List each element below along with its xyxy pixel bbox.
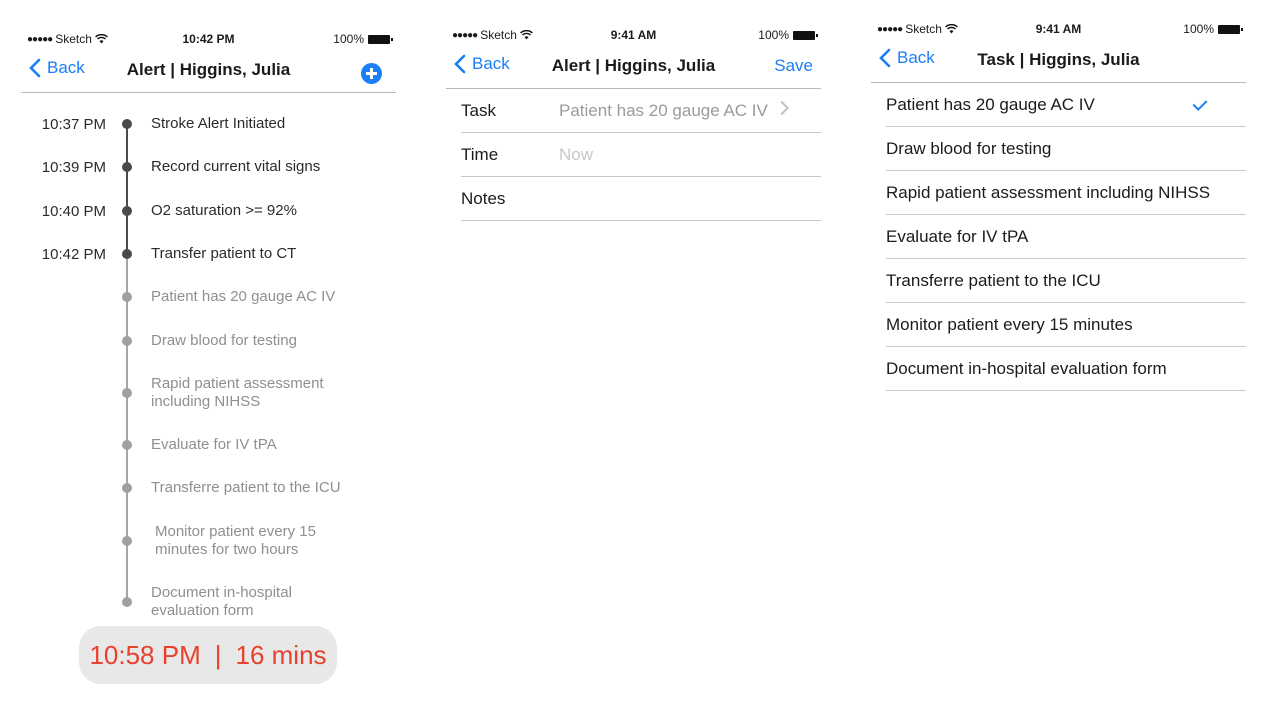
timeline-line-pending <box>126 255 128 601</box>
timeline-line-completed <box>126 124 128 255</box>
timeline-label: Rapid patient assessment including NIHSS <box>151 375 324 410</box>
task-option[interactable]: Monitor patient every 15 minutes <box>886 303 1246 347</box>
timeline-dot <box>122 388 132 398</box>
timeline-time: 10:42 PM <box>41 246 106 263</box>
field-label: Notes <box>461 189 506 208</box>
task-option-label: Draw blood for testing <box>886 139 1052 158</box>
page-title: Alert | Higgins, Julia <box>551 56 716 75</box>
task-option-label: Evaluate for IV tPA <box>886 227 1029 246</box>
nav-bar: Back Alert | Higgins, Julia Save <box>446 48 821 89</box>
timeline-label: Monitor patient every 15 minutes for two… <box>155 523 316 558</box>
save-button[interactable]: Save <box>774 56 813 76</box>
timeline-dot <box>122 336 132 346</box>
task-option[interactable]: Transferre patient to the ICU <box>886 259 1246 303</box>
timeline-label: Patient has 20 gauge AC IV <box>151 288 336 305</box>
timeline-dot <box>122 440 132 450</box>
timeline-label: Transfer patient to CT <box>151 245 297 262</box>
battery-icon <box>368 34 393 44</box>
page-title: Task | Higgins, Julia <box>977 50 1140 69</box>
timeline-label: Draw blood for testing <box>151 332 297 349</box>
timer-duration: 16 mins <box>235 639 327 670</box>
checkmark-icon <box>1192 96 1208 111</box>
timeline-label: Transferre patient to the ICU <box>151 479 341 496</box>
timeline-dot <box>122 483 132 493</box>
task-option[interactable]: Document in-hospital evaluation form <box>886 347 1246 391</box>
field-label: Time <box>461 145 499 164</box>
timeline-label: Record current vital signs <box>151 158 321 175</box>
timeline-dot <box>122 536 132 546</box>
timeline-time: 10:39 PM <box>41 159 106 176</box>
timeline-dot <box>122 597 132 607</box>
task-option-label: Rapid patient assessment including NIHSS <box>886 183 1211 202</box>
status-bar: ●●●●● Sketch 9:41 AM 100% <box>446 26 821 46</box>
task-option[interactable]: Rapid patient assessment including NIHSS <box>886 171 1246 215</box>
battery-percent: 100% <box>333 32 364 46</box>
timer-time: 10:58 PM <box>89 639 201 670</box>
timeline-dot <box>122 206 132 216</box>
timeline-dot <box>122 119 132 129</box>
page-title: Alert | Higgins, Julia <box>126 60 291 79</box>
status-bar: ●●●●● Sketch 9:41 AM 100% <box>871 20 1246 40</box>
timeline-label: O2 saturation >= 92% <box>151 202 297 219</box>
timeline-dot <box>122 249 132 259</box>
task-option-label: Monitor patient every 15 minutes <box>886 315 1133 334</box>
timeline-label: Stroke Alert Initiated <box>151 115 286 132</box>
timeline-time: 10:40 PM <box>41 203 106 220</box>
chevron-right-icon <box>774 100 790 116</box>
task-option-label: Document in-hospital evaluation form <box>886 359 1167 378</box>
timeline-time: 10:37 PM <box>41 116 106 133</box>
task-field[interactable]: Task Patient has 20 gauge AC IV <box>461 89 821 133</box>
battery-icon <box>1218 24 1243 34</box>
task-option[interactable]: Patient has 20 gauge AC IV <box>886 83 1246 127</box>
battery-icon <box>793 30 818 40</box>
task-option[interactable]: Draw blood for testing <box>886 127 1246 171</box>
timeline-dot <box>122 162 132 172</box>
elapsed-timer: 10:58 PM | 16 mins <box>79 626 337 684</box>
time-field[interactable]: Time Now <box>461 133 821 177</box>
task-value: Patient has 20 gauge AC IV <box>559 101 768 120</box>
plus-circle-icon[interactable] <box>361 63 382 84</box>
field-label: Task <box>461 101 496 120</box>
battery-percent: 100% <box>1183 22 1214 36</box>
battery-percent: 100% <box>758 28 789 42</box>
task-option[interactable]: Evaluate for IV tPA <box>886 215 1246 259</box>
status-bar: ●●●●● Sketch 10:42 PM 100% <box>21 30 396 50</box>
timer-separator: | <box>214 639 222 670</box>
task-option-label: Transferre patient to the ICU <box>886 271 1101 290</box>
time-placeholder: Now <box>559 145 594 164</box>
nav-bar: Back Task | Higgins, Julia <box>871 42 1246 83</box>
timeline-label: Evaluate for IV tPA <box>151 436 277 453</box>
notes-field[interactable]: Notes <box>461 177 821 221</box>
nav-bar: Back Alert | Higgins, Julia <box>21 52 396 93</box>
timeline-dot <box>122 292 132 302</box>
task-option-label: Patient has 20 gauge AC IV <box>886 95 1095 114</box>
timeline-label: Document in-hospital evaluation form <box>151 584 292 619</box>
